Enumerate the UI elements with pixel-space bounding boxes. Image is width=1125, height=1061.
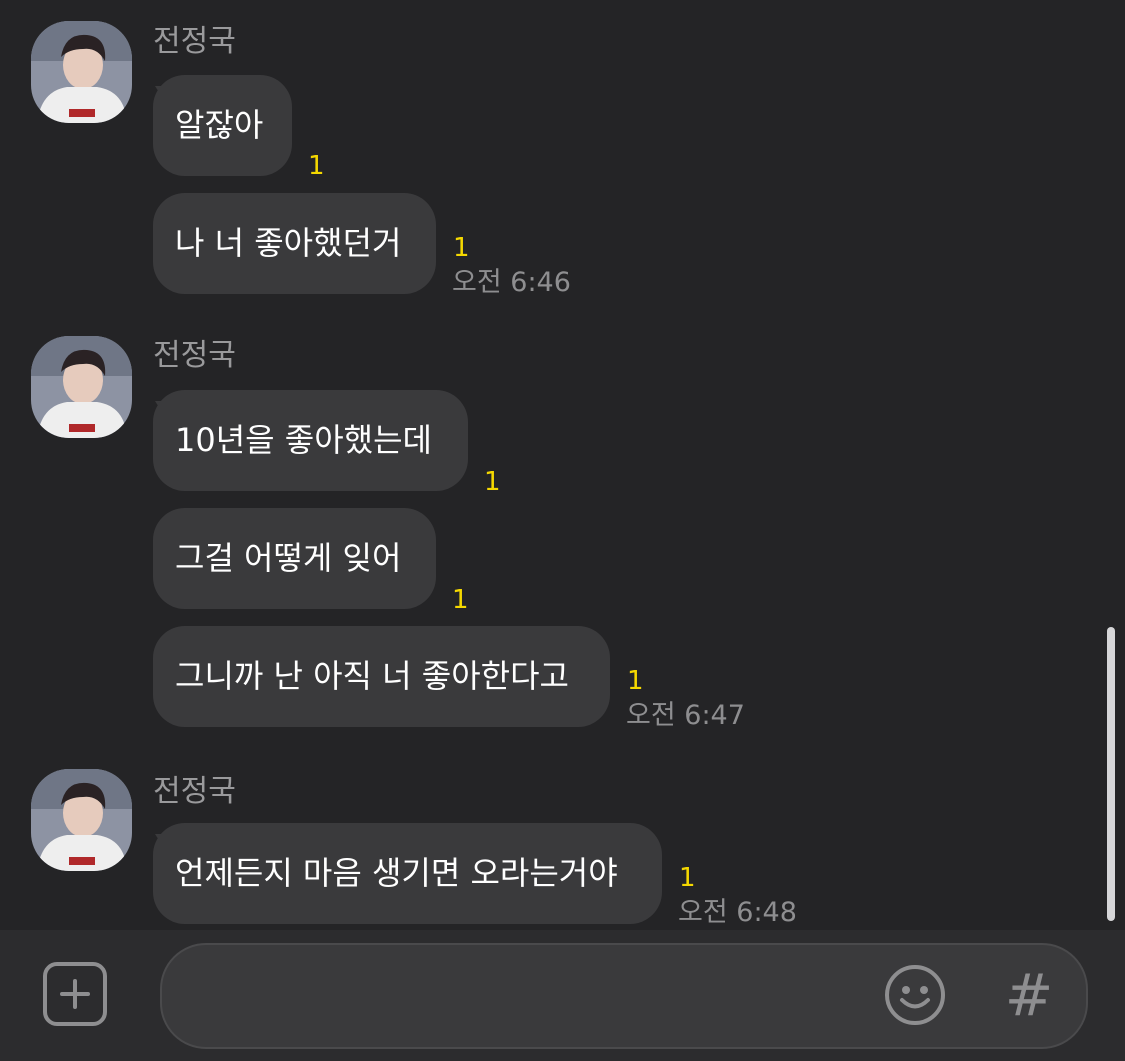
message-bubble[interactable]: 그니까 난 아직 너 좋아한다고 [153, 626, 610, 727]
sender-avatar[interactable] [31, 769, 132, 871]
avatar-photo-icon [31, 769, 132, 871]
unread-count: 1 [308, 151, 325, 181]
unread-count: 1 [679, 863, 696, 893]
unread-count: 1 [453, 233, 470, 263]
plus-icon[interactable] [43, 962, 107, 1026]
message-bubble[interactable]: 나 너 좋아했던거 [153, 193, 436, 294]
unread-count: 1 [627, 666, 644, 696]
message-time: 오전 6:47 [626, 700, 745, 731]
message-bubble[interactable]: 알잖아 [153, 75, 292, 176]
message-time: 오전 6:46 [452, 267, 571, 298]
message-bubble[interactable]: 10년을 좋아했는데 [153, 390, 468, 491]
sender-avatar[interactable] [31, 21, 132, 123]
message-input[interactable] [160, 943, 1088, 1049]
hashtag-search-button[interactable]: # [1001, 960, 1057, 1030]
sender-avatar[interactable] [31, 336, 132, 438]
avatar-photo-icon [31, 21, 132, 123]
avatar-photo-icon [31, 336, 132, 438]
message-bubble[interactable]: 언제든지 마음 생기면 오라는거야 [153, 823, 662, 924]
unread-count: 1 [484, 467, 501, 497]
chat-scrollbar[interactable] [1107, 627, 1115, 921]
message-time: 오전 6:48 [678, 897, 797, 928]
sender-name: 전정국 [153, 774, 236, 809]
message-bubble[interactable]: 그걸 어떻게 잊어 [153, 508, 436, 609]
unread-count: 1 [452, 585, 469, 615]
sender-name: 전정국 [153, 24, 236, 59]
smiley-icon[interactable] [883, 963, 947, 1027]
sender-name: 전정국 [153, 338, 236, 373]
chat-screen: 전정국 알잖아 1 나 너 좋아했던거 1 오전 6:46 전정국 10년을 좋… [0, 0, 1125, 1061]
